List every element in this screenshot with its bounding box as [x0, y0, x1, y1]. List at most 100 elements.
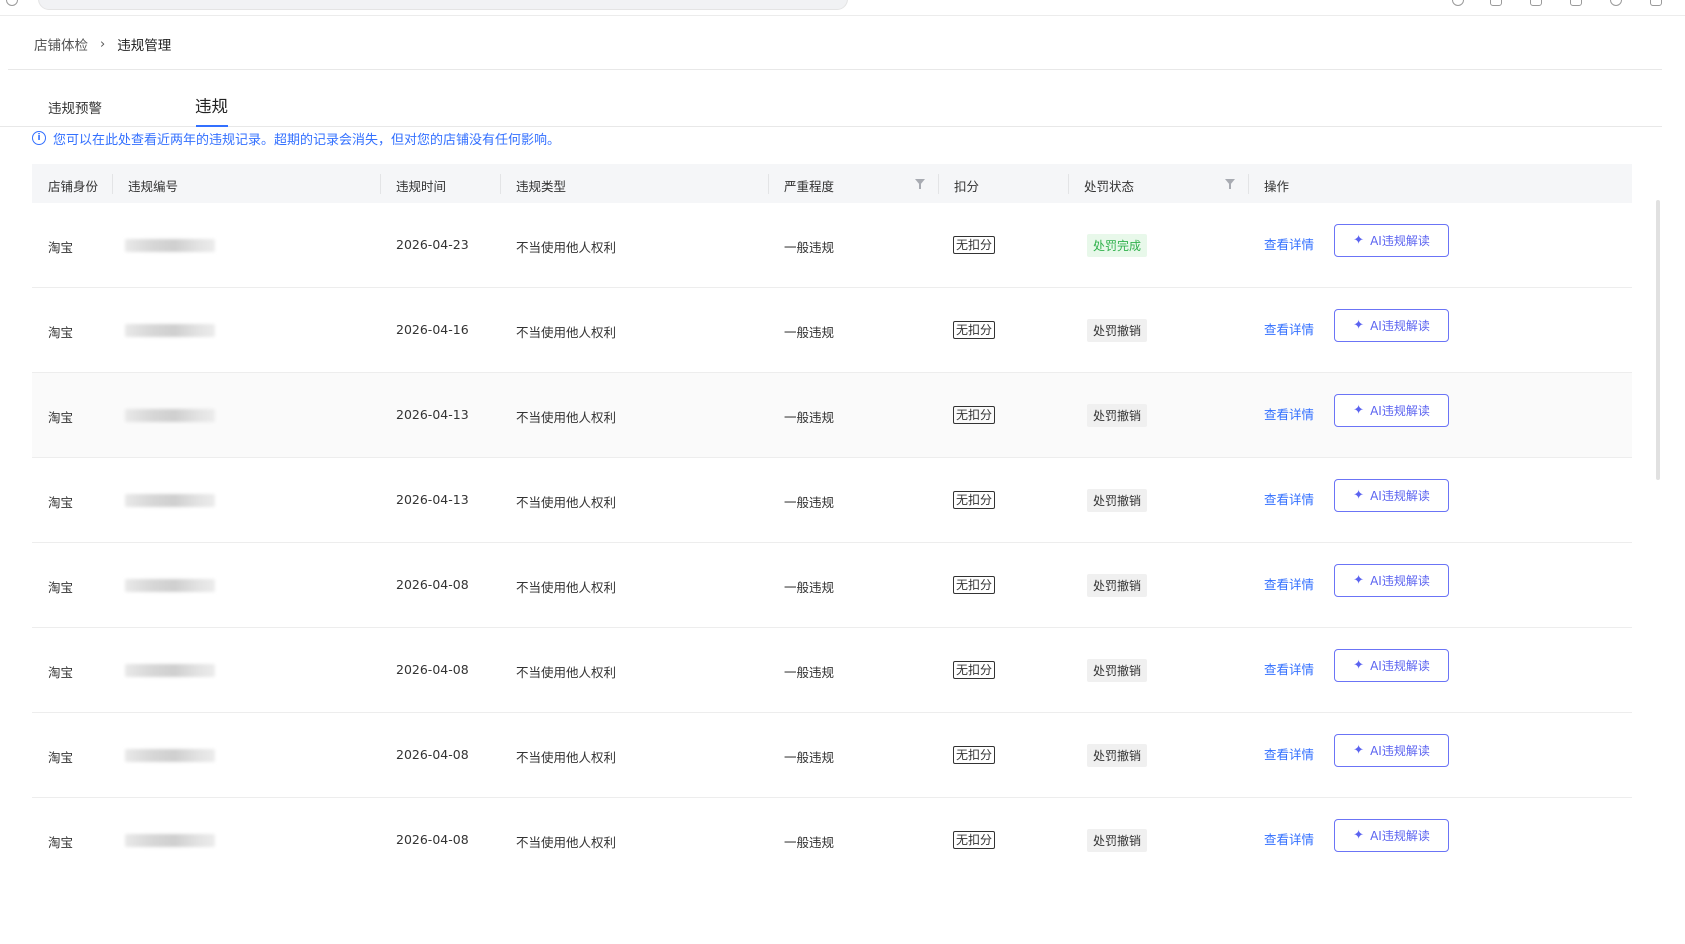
- sparkle-icon: ✦: [1353, 488, 1365, 503]
- ai-interpret-button[interactable]: ✦ AI违规解读: [1334, 479, 1449, 512]
- table-row: 淘宝 2026-04-16 不当使用他人权利 一般违规 无扣分 处罚撤销 查看详…: [32, 288, 1632, 373]
- severity-cell: 一般违规: [784, 580, 835, 595]
- info-icon: i: [32, 131, 46, 145]
- browser-toolbar: [0, 0, 1685, 16]
- table-header: 店铺身份 违规编号 违规时间 违规类型 严重程度 扣分 处罚状态 操作: [32, 164, 1632, 203]
- vertical-scrollbar[interactable]: [1656, 200, 1660, 480]
- zoom-icon[interactable]: [1452, 0, 1464, 6]
- ai-interpret-button[interactable]: ✦ AI违规解读: [1334, 734, 1449, 767]
- shop-cell: 淘宝: [48, 325, 74, 340]
- tab-violation[interactable]: 违规: [195, 93, 228, 117]
- address-bar[interactable]: [38, 0, 848, 10]
- shop-cell: 淘宝: [48, 750, 74, 765]
- ai-button-label: AI违规解读: [1370, 574, 1430, 588]
- status-badge: 处罚撤销: [1087, 319, 1148, 342]
- divider: [8, 69, 1662, 70]
- notice-text: 您可以在此处查看近两年的违规记录。超期的记录会消失，但对您的店铺没有任何影响。: [53, 132, 561, 148]
- time-cell: 2026-04-23: [396, 237, 469, 252]
- sparkle-icon: ✦: [1353, 743, 1365, 758]
- severity-cell: 一般违规: [784, 750, 835, 765]
- violation-table: 店铺身份 违规编号 违规时间 违规类型 严重程度 扣分 处罚状态 操作 淘宝 2…: [32, 164, 1632, 883]
- type-cell: 不当使用他人权利: [516, 325, 617, 340]
- ai-interpret-button[interactable]: ✦ AI违规解读: [1334, 819, 1449, 852]
- severity-filter-icon[interactable]: [915, 179, 925, 189]
- column-divider: [380, 174, 381, 194]
- type-cell: 不当使用他人权利: [516, 495, 617, 510]
- view-detail-link[interactable]: 查看详情: [1264, 659, 1314, 678]
- type-cell: 不当使用他人权利: [516, 580, 617, 595]
- time-cell: 2026-04-13: [396, 407, 469, 422]
- view-detail-link[interactable]: 查看详情: [1264, 489, 1314, 508]
- score-badge: 无扣分: [953, 746, 996, 764]
- column-divider: [500, 174, 501, 194]
- score-badge: 无扣分: [953, 491, 996, 509]
- ai-interpret-button[interactable]: ✦ AI违规解读: [1334, 394, 1449, 427]
- extension-icon[interactable]: [1490, 0, 1502, 6]
- column-divider: [1068, 174, 1069, 194]
- sparkle-icon: ✦: [1353, 573, 1365, 588]
- table-row: 淘宝 2026-04-13 不当使用他人权利 一般违规 无扣分 处罚撤销 查看详…: [32, 458, 1632, 543]
- time-cell: 2026-04-08: [396, 662, 469, 677]
- time-cell: 2026-04-16: [396, 322, 469, 337]
- column-header-severity: 严重程度: [784, 179, 835, 194]
- sparkle-icon: ✦: [1353, 658, 1365, 673]
- severity-cell: 一般违规: [784, 410, 835, 425]
- score-badge: 无扣分: [953, 576, 996, 594]
- status-filter-icon[interactable]: [1225, 179, 1235, 189]
- table-row: 淘宝 2026-04-23 不当使用他人权利 一般违规 无扣分 处罚完成 查看详…: [32, 203, 1632, 288]
- reload-icon[interactable]: [6, 0, 18, 6]
- ai-interpret-button[interactable]: ✦ AI违规解读: [1334, 564, 1449, 597]
- tab-search-icon[interactable]: [1570, 0, 1582, 6]
- breadcrumb: 店铺体检 › 违规管理: [34, 34, 171, 55]
- column-header-shop: 店铺身份: [48, 179, 99, 194]
- view-detail-link[interactable]: 查看详情: [1264, 319, 1314, 338]
- shop-cell: 淘宝: [48, 240, 74, 255]
- time-cell: 2026-04-08: [396, 747, 469, 762]
- sparkle-icon: ✦: [1353, 233, 1365, 248]
- status-badge: 处罚完成: [1087, 234, 1148, 257]
- masked-violation-id: [125, 494, 215, 507]
- shop-cell: 淘宝: [48, 495, 74, 510]
- ai-button-label: AI违规解读: [1370, 489, 1430, 503]
- tab-bar: 违规预警 违规: [0, 88, 1662, 127]
- shop-cell: 淘宝: [48, 580, 74, 595]
- ai-interpret-button[interactable]: ✦ AI违规解读: [1334, 309, 1449, 342]
- breadcrumb-parent[interactable]: 店铺体检: [34, 34, 88, 54]
- ai-interpret-button[interactable]: ✦ AI违规解读: [1334, 224, 1449, 257]
- ai-interpret-button[interactable]: ✦ AI违规解读: [1334, 649, 1449, 682]
- masked-violation-id: [125, 239, 215, 252]
- bookmark-icon[interactable]: [1530, 0, 1542, 6]
- score-badge: 无扣分: [953, 406, 996, 424]
- ai-button-label: AI违规解读: [1370, 744, 1430, 758]
- severity-cell: 一般违规: [784, 665, 835, 680]
- status-badge: 处罚撤销: [1087, 404, 1148, 427]
- view-detail-link[interactable]: 查看详情: [1264, 574, 1314, 593]
- profile-icon[interactable]: [1610, 0, 1622, 6]
- type-cell: 不当使用他人权利: [516, 240, 617, 255]
- severity-cell: 一般违规: [784, 495, 835, 510]
- severity-cell: 一般违规: [784, 240, 835, 255]
- view-detail-link[interactable]: 查看详情: [1264, 404, 1314, 423]
- column-header-id: 违规编号: [128, 179, 179, 194]
- score-badge: 无扣分: [953, 831, 996, 849]
- score-badge: 无扣分: [953, 236, 996, 254]
- table-body: 淘宝 2026-04-23 不当使用他人权利 一般违规 无扣分 处罚完成 查看详…: [32, 203, 1632, 883]
- view-detail-link[interactable]: 查看详情: [1264, 829, 1314, 848]
- menu-icon[interactable]: [1650, 0, 1662, 6]
- masked-violation-id: [125, 324, 215, 337]
- status-badge: 处罚撤销: [1087, 829, 1148, 852]
- time-cell: 2026-04-08: [396, 577, 469, 592]
- notice-banner: i 您可以在此处查看近两年的违规记录。超期的记录会消失，但对您的店铺没有任何影响…: [32, 128, 560, 148]
- type-cell: 不当使用他人权利: [516, 835, 617, 850]
- table-row: 淘宝 2026-04-08 不当使用他人权利 一般违规 无扣分 处罚撤销 查看详…: [32, 798, 1632, 883]
- time-cell: 2026-04-08: [396, 832, 469, 847]
- view-detail-link[interactable]: 查看详情: [1264, 744, 1314, 763]
- ai-button-label: AI违规解读: [1370, 404, 1430, 418]
- time-cell: 2026-04-13: [396, 492, 469, 507]
- severity-cell: 一般违规: [784, 835, 835, 850]
- status-badge: 处罚撤销: [1087, 659, 1148, 682]
- status-badge: 处罚撤销: [1087, 489, 1148, 512]
- masked-violation-id: [125, 834, 215, 847]
- view-detail-link[interactable]: 查看详情: [1264, 234, 1314, 253]
- tab-violation-warning[interactable]: 违规预警: [48, 97, 102, 117]
